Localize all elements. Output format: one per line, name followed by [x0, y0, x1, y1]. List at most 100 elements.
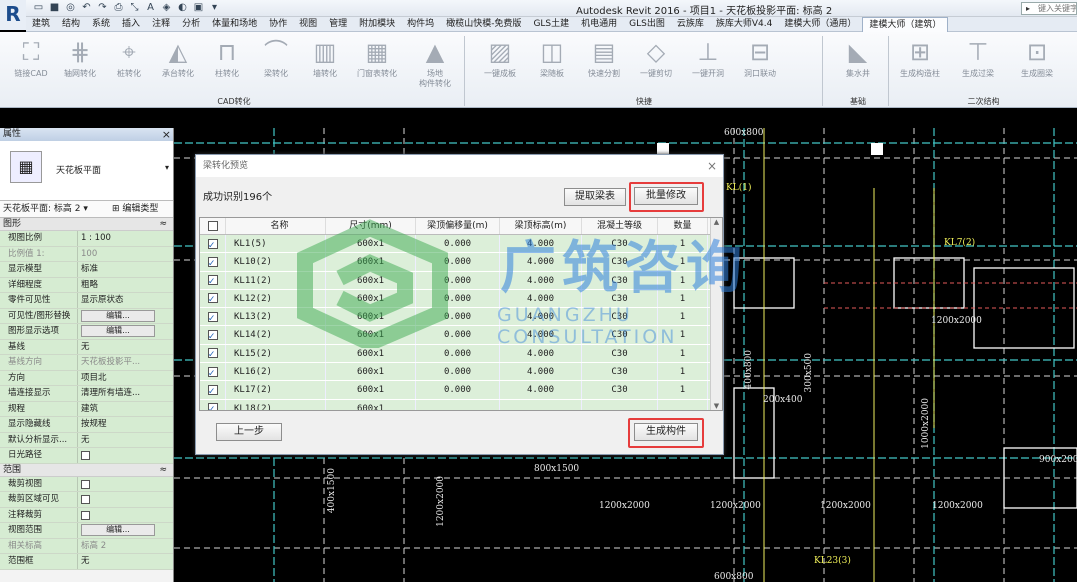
table-cell[interactable]: KL18(2) [226, 399, 326, 410]
property-row[interactable]: 相关标高 标高 2 [0, 538, 173, 554]
table-cell[interactable]: C30 [582, 289, 658, 308]
row-select-cell[interactable] [200, 235, 226, 255]
property-row[interactable]: 比例值 1: 100 [0, 246, 173, 262]
tab-15[interactable]: GLS出图 [623, 17, 671, 32]
property-row[interactable]: 基线无 [0, 339, 173, 355]
property-value[interactable]: 编辑... [78, 324, 173, 339]
tab-14[interactable]: 机电通用 [575, 17, 623, 32]
property-value[interactable]: 1 : 100 [78, 231, 173, 246]
table-cell[interactable]: KL10(2) [226, 253, 326, 271]
row-select-cell[interactable] [200, 363, 226, 383]
table-cell[interactable]: C30 [582, 381, 658, 399]
table-cell[interactable]: 4.000 [500, 271, 582, 289]
table-row[interactable]: KL12(2)600x10.0004.000C301 [200, 289, 722, 309]
table-cell[interactable]: KL13(2) [226, 308, 326, 326]
section-icon[interactable]: ◐ [176, 2, 189, 14]
table-cell[interactable]: 1 [658, 381, 708, 399]
table-cell[interactable]: 1 [658, 235, 708, 253]
print-icon[interactable]: ⎙ [112, 2, 125, 14]
table-cell[interactable]: 4.000 [500, 326, 582, 344]
row-select-cell[interactable] [200, 289, 226, 309]
table-cell[interactable]: KL12(2) [226, 289, 326, 308]
property-value[interactable]: 按规程 [78, 417, 173, 432]
property-value[interactable] [78, 507, 173, 522]
property-row[interactable]: 裁剪区域可见 [0, 492, 173, 508]
tab-13[interactable]: GLS土建 [527, 17, 575, 32]
tab-7[interactable]: 协作 [263, 17, 293, 32]
table-cell[interactable] [500, 399, 582, 410]
tab-2[interactable]: 系统 [86, 17, 116, 32]
generate-components-button[interactable]: 生成构件 [634, 423, 698, 441]
table-row[interactable]: KL14(2)600x10.0004.000C301 [200, 326, 722, 346]
property-row[interactable]: 视图范围 编辑... [0, 523, 173, 539]
table-cell[interactable]: KL16(2) [226, 363, 326, 381]
row-checkbox[interactable] [207, 383, 218, 401]
search-input[interactable]: 键入关键字 [1021, 2, 1077, 15]
table-row[interactable]: KL1(5)600x10.0004.000C301 [200, 235, 722, 255]
table-row[interactable]: KL13(2)600x10.0004.000C301 [200, 308, 722, 328]
property-value[interactable] [78, 492, 173, 507]
table-cell[interactable]: 4.000 [500, 381, 582, 399]
row-select-cell[interactable] [200, 381, 226, 401]
property-row[interactable]: 零件可见性 显示原状态 [0, 293, 173, 309]
row-select-cell[interactable] [200, 271, 226, 291]
property-row[interactable]: 裁剪视图 [0, 476, 173, 492]
previous-step-button[interactable]: 上一步 [216, 423, 282, 441]
table-cell[interactable]: 4.000 [500, 235, 582, 253]
table-cell[interactable]: 0.000 [416, 253, 500, 271]
table-cell[interactable]: 1 [658, 363, 708, 381]
ribbon-tool-0-5[interactable]: ⌒ 梁转化 [251, 37, 301, 95]
edit-button[interactable]: 编辑... [81, 325, 155, 337]
ribbon-tool-3-0[interactable]: ⊞ 生成构造柱 [895, 37, 945, 95]
select-all-checkbox[interactable] [207, 220, 218, 231]
row-select-cell[interactable] [200, 344, 226, 364]
scroll-down-icon[interactable]: ▼ [711, 402, 722, 410]
table-cell[interactable]: 4.000 [500, 289, 582, 308]
view-instance-selector[interactable]: 天花板平面: 标高 2 ▾ ⊞ 编辑类型 [0, 201, 173, 218]
table-cell[interactable]: 0.000 [416, 289, 500, 308]
property-value[interactable]: 无 [78, 339, 173, 354]
close-hidden-icon[interactable]: ▣ [192, 2, 205, 14]
tab-12[interactable]: 橄榄山快模-免费版 [440, 17, 527, 32]
table-cell[interactable] [416, 399, 500, 410]
table-cell[interactable]: 0.000 [416, 235, 500, 253]
ribbon-tool-1-2[interactable]: ▤ 快速分割 [579, 37, 629, 95]
table-cell[interactable]: C30 [582, 253, 658, 271]
tab-18[interactable]: 建模大师（通用） [778, 17, 862, 32]
table-cell[interactable]: KL1(5) [226, 235, 326, 253]
redo-icon[interactable]: ↷ [96, 2, 109, 14]
table-cell[interactable]: 600x1 [326, 344, 416, 363]
tab-11[interactable]: 构件坞 [401, 17, 440, 32]
row-checkbox[interactable] [207, 328, 218, 346]
scroll-up-icon[interactable]: ▲ [711, 218, 722, 226]
property-value[interactable] [78, 448, 173, 463]
property-checkbox[interactable] [81, 495, 90, 504]
property-row[interactable]: 显示模型 标准 [0, 262, 173, 278]
dropdown-icon[interactable]: ▾ [208, 2, 221, 14]
table-cell[interactable]: 1 [658, 271, 708, 289]
table-cell[interactable]: 600x1 [326, 381, 416, 399]
property-value[interactable] [78, 476, 173, 491]
property-value[interactable]: 编辑... [78, 523, 173, 538]
table-cell[interactable]: 1 [658, 326, 708, 344]
table-cell[interactable]: 600x1 [326, 271, 416, 289]
table-cell[interactable] [658, 399, 708, 410]
table-cell[interactable] [582, 399, 658, 410]
property-row[interactable]: 基线方向 天花板投影平... [0, 355, 173, 371]
property-value[interactable]: 显示原状态 [78, 293, 173, 308]
table-cell[interactable]: C30 [582, 344, 658, 363]
ribbon-tool-3-2[interactable]: ⊡ 生成圈梁 [1012, 37, 1062, 95]
tab-0[interactable]: 建筑 [26, 17, 56, 32]
table-row[interactable]: KL11(2)600x10.0004.000C301 [200, 271, 722, 291]
property-row[interactable]: 方向 项目北 [0, 370, 173, 386]
row-checkbox[interactable] [207, 365, 218, 383]
3d-view-icon[interactable]: ◈ [160, 2, 173, 14]
table-cell[interactable]: 4.000 [500, 253, 582, 271]
table-cell[interactable]: 0.000 [416, 271, 500, 289]
chevron-down-icon[interactable]: ▾ [165, 163, 169, 172]
property-value[interactable]: 无 [78, 432, 173, 447]
table-cell[interactable]: C30 [582, 308, 658, 326]
table-cell[interactable]: 1 [658, 308, 708, 326]
tab-19[interactable]: 建模大师（建筑） [862, 17, 949, 32]
edit-button[interactable]: 编辑... [81, 309, 155, 322]
